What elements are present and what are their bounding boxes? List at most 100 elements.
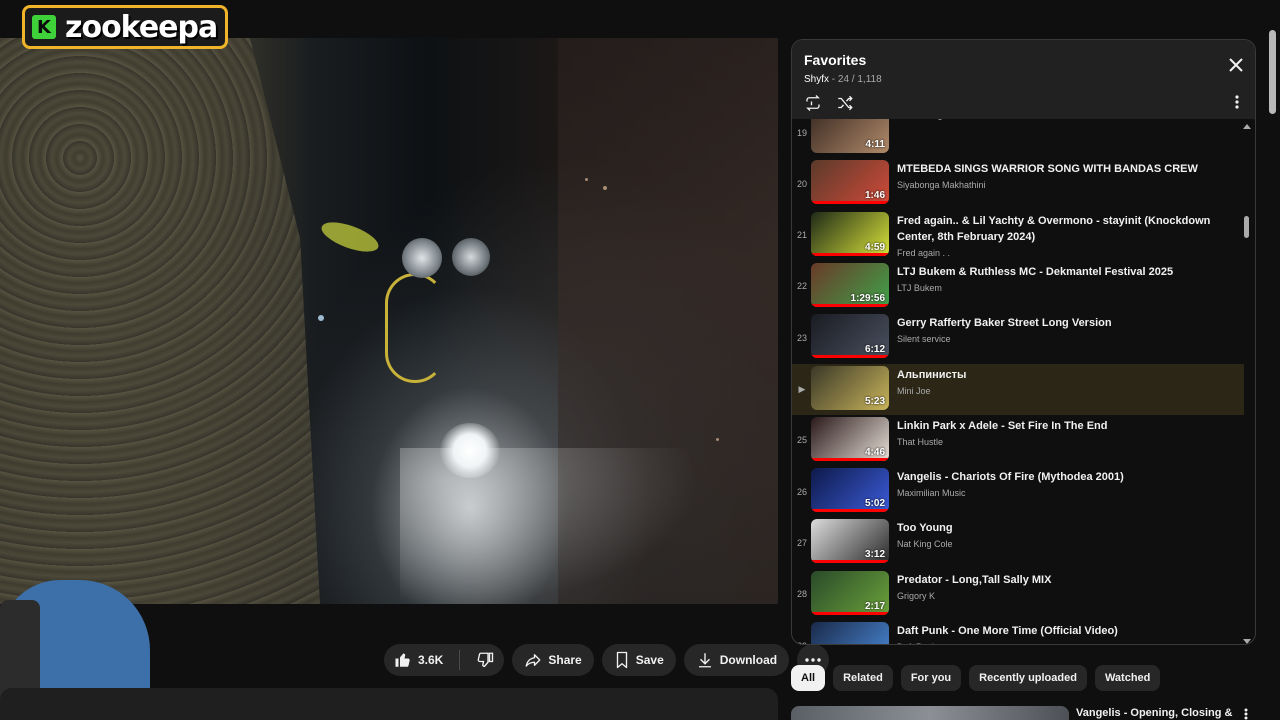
playlist-item-thumbnail[interactable]: 3:12 [811,519,889,564]
playlist-item-thumbnail[interactable]: 5:23 [811,365,889,410]
download-icon [696,651,714,669]
chip-for-you[interactable]: For you [900,665,962,691]
bookmark-icon [614,651,630,669]
chip-all[interactable]: All [791,665,826,691]
chip-recently-uploaded[interactable]: Recently uploaded [969,665,1087,691]
playlist-scrollbar[interactable] [1243,124,1251,644]
playlist-item-channel[interactable]: Maximilian Music [897,488,1217,498]
diver-light-left [402,238,442,278]
playlist-item-channel[interactable]: Daft Punk [897,642,1217,644]
duration-badge: 1:46 [864,190,885,202]
shuffle-icon[interactable] [836,94,854,112]
playlist-item[interactable]: 19 4:11 The Rolling Stones [792,119,1244,158]
scroll-thumb[interactable] [1244,216,1249,238]
playlist-item-thumbnail[interactable]: 5:02 [811,468,889,513]
now-playing-icon: ▶ [798,383,806,394]
playlist-item-meta: MTEBEDA SINGS WARRIOR SONG WITH BANDAS C… [897,161,1217,190]
particle [585,178,588,181]
playlist-item-channel[interactable]: Nat King Cole [897,539,1217,549]
chip-related[interactable]: Related [833,665,893,691]
playlist-item-title[interactable]: Too Young [897,520,1217,536]
watch-progress-bar [811,252,889,256]
close-playlist-button[interactable] [1229,58,1243,72]
playlist-item-title[interactable]: Daft Punk - One More Time (Official Vide… [897,623,1217,639]
playlist-item-channel[interactable]: Mini Joe [897,386,1217,396]
playlist-title[interactable]: Favorites [804,52,1243,68]
playlist-item-index: 22 [796,281,807,292]
playlist-item-channel[interactable]: Fred again . . [897,248,1217,258]
playlist-item-thumbnail[interactable]: 1:29:56 [811,262,889,307]
playlist-item-channel[interactable]: That Hustle [897,437,1217,447]
playlist-items: 19 4:11 The Rolling Stones 20 1:46 MTEBEDA SI… [792,119,1244,644]
playlist-item[interactable]: 22 1:29:56 LTJ Bukem & Ruthless MC - Dekma… [792,261,1244,312]
description-box[interactable] [0,688,778,720]
scroll-up-arrow[interactable] [1243,124,1251,129]
playlist-item-title[interactable]: Gerry Rafferty Baker Street Long Version [897,315,1217,331]
playlist-item-title[interactable]: Fred again.. & Lil Yachty & Overmono - s… [897,213,1217,245]
playlist-item-channel[interactable]: Siyabonga Makhathini [897,180,1217,190]
like-count: 3.6K [418,653,444,667]
watch-progress-bar [811,201,889,205]
scroll-down-arrow[interactable] [1243,639,1251,644]
playlist-item-channel[interactable]: Silent service [897,334,1217,344]
more-vertical-icon [1244,708,1248,720]
share-button[interactable]: Share [512,644,594,676]
like-separator [459,650,461,670]
playlist-menu-button[interactable] [1235,95,1239,109]
playlist-item-channel[interactable]: Grigory K [897,591,1217,601]
playlist-item-channel[interactable]: LTJ Bukem [897,283,1217,293]
next-video-thumbnail[interactable] [791,706,1069,720]
playlist-item-thumbnail[interactable]: 6:12 [811,314,889,359]
playlist-item[interactable]: 28 2:17 Predator - Long,Tall Sally MIX Grig… [792,569,1244,620]
playlist-item-meta: Too Young Nat King Cole [897,520,1217,549]
download-button[interactable]: Download [683,644,790,676]
playlist-item-title[interactable]: MTEBEDA SINGS WARRIOR SONG WITH BANDAS C… [897,161,1217,177]
playlist-item-thumbnail[interactable]: 1:46 [811,160,889,205]
playlist-item-thumbnail[interactable]: 2:17 [811,570,889,615]
thumb-down-icon [476,651,494,669]
playlist-item[interactable]: 26 5:02 Vangelis - Chariots Of Fire (Mytho… [792,466,1244,517]
playlist-item-title[interactable]: Linkin Park x Adele - Set Fire In The En… [897,418,1217,434]
duration-badge: 2:17 [864,600,885,612]
loop-icon[interactable] [804,94,822,112]
like-button[interactable]: 3.6K [384,644,453,676]
playlist-item-title[interactable]: Альпинисты [897,367,1217,383]
playlist-item-index: 27 [796,537,807,548]
next-video-menu[interactable] [1244,708,1248,720]
playlist-item-title[interactable]: Predator - Long,Tall Sally MIX [897,572,1217,588]
watch-progress-bar [811,611,889,615]
playlist-owner[interactable]: Shyfx [804,74,829,85]
playlist-item-title[interactable]: LTJ Bukem & Ruthless MC - Dekmantel Fest… [897,264,1217,280]
playlist-item-thumbnail[interactable]: 4:11 [811,119,889,153]
thumb-up-icon [394,651,412,669]
watch-progress-bar [811,303,889,307]
chip-watched[interactable]: Watched [1094,665,1161,691]
playlist-item[interactable]: 20 1:46 MTEBEDA SINGS WARRIOR SONG WITH BA… [792,158,1244,209]
duration-badge: 5:02 [864,498,885,510]
youtube-watch-page: K zookeepa 3.6K Share Save Download Favo… [0,0,1280,720]
page-scrollbar[interactable] [1269,30,1276,114]
duration-badge: 5:23 [864,395,885,407]
save-button[interactable]: Save [601,644,676,676]
share-icon [524,651,542,669]
duration-badge: 4:46 [864,446,885,458]
next-video-title[interactable]: Vangelis - Opening, Closing & [1076,707,1232,719]
video-player[interactable] [0,38,778,604]
dislike-button[interactable] [466,644,504,676]
download-label: Download [719,653,778,667]
playlist-item-meta: Linkin Park x Adele - Set Fire In The En… [897,418,1217,447]
playlist-item[interactable]: 29Daft Punk - One More Time (Official Vi… [792,620,1244,644]
playlist-item-thumbnail[interactable] [811,622,889,644]
duration-badge: 4:11 [865,139,885,150]
playlist-item-title[interactable]: Vangelis - Chariots Of Fire (Mythodea 20… [897,469,1217,485]
playlist-item[interactable]: 27 3:12 Too Young Nat King Cole [792,517,1244,568]
playlist-item-channel[interactable]: The Rolling Stones [897,119,1217,120]
playlist-item-thumbnail[interactable]: 4:59 [811,211,889,256]
playlist-item[interactable]: 21 4:59 Fred again.. & Lil Yachty & Overmo… [792,210,1244,261]
playlist-item-current[interactable]: ▶ 5:23 Альпинисты Mini Joe [792,363,1244,415]
playlist-item[interactable]: 25 4:46 Linkin Park x Adele - Set Fire In … [792,415,1244,466]
playlist-item-thumbnail[interactable]: 4:46 [811,416,889,461]
playlist-item-meta: LTJ Bukem & Ruthless MC - Dekmantel Fest… [897,264,1217,293]
playlist-item[interactable]: 23 6:12 Gerry Rafferty Baker Street Long V… [792,312,1244,363]
diver-light-right [452,238,490,276]
